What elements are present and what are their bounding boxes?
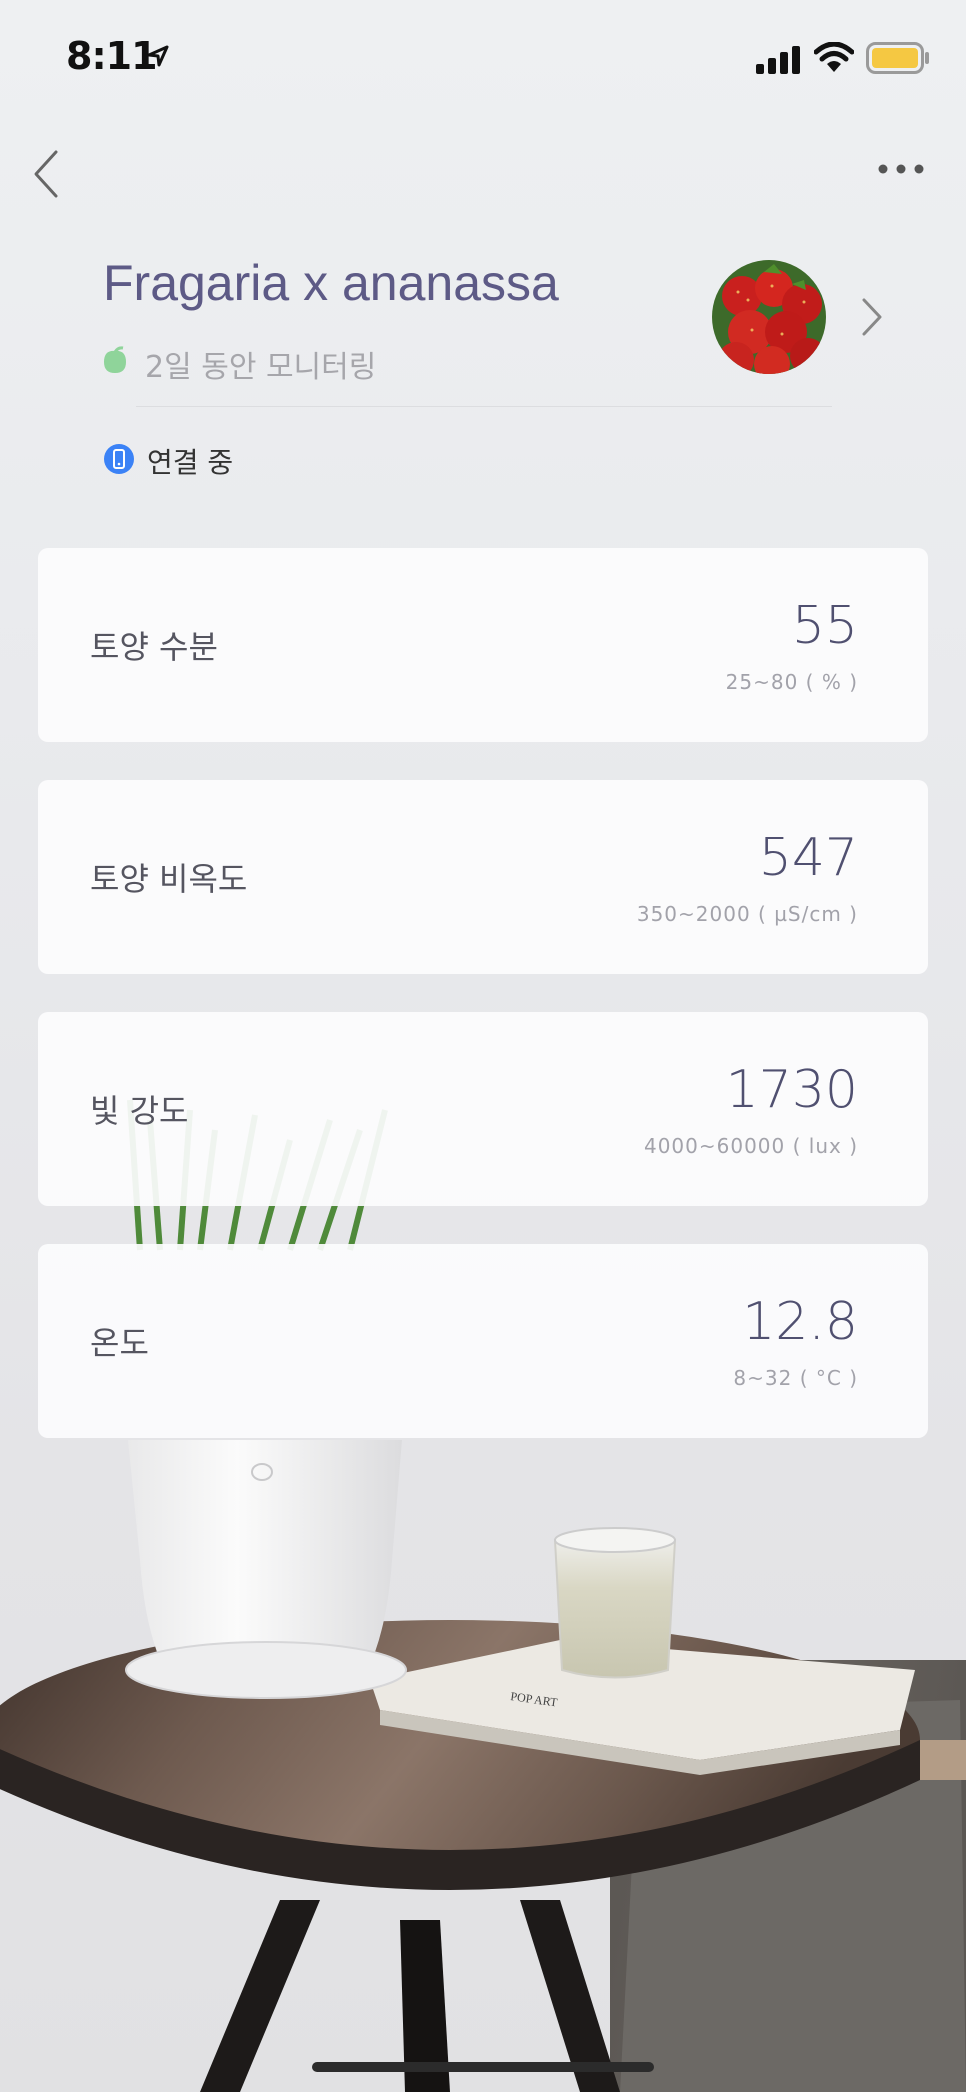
metric-card-temperature[interactable]: 온도 12.8 8~32 ( °C ) bbox=[38, 1244, 928, 1438]
leaf-icon bbox=[104, 346, 126, 373]
more-dots-icon[interactable] bbox=[876, 154, 926, 184]
metric-label: 온도 bbox=[90, 1324, 149, 1362]
metric-value: 12.8 bbox=[742, 1292, 858, 1352]
metric-label: 토양 수분 bbox=[90, 628, 218, 666]
metric-range: 4000~60000 ( lux ) bbox=[643, 1134, 858, 1158]
metric-value: 55 bbox=[791, 596, 858, 656]
plant-name: Fragaria x ananassa bbox=[103, 255, 559, 311]
metric-range: 8~32 ( °C ) bbox=[733, 1366, 858, 1390]
home-indicator[interactable] bbox=[312, 2062, 654, 2072]
metric-value: 1730 bbox=[725, 1060, 858, 1120]
header-divider bbox=[136, 406, 832, 407]
metric-range: 25~80 ( % ) bbox=[725, 670, 858, 694]
chevron-right-icon[interactable] bbox=[860, 296, 884, 338]
metric-card-light-intensity[interactable]: 빛 강도 1730 4000~60000 ( lux ) bbox=[38, 1012, 928, 1206]
connection-status: 연결 중 bbox=[147, 446, 234, 479]
location-arrow-icon bbox=[147, 45, 169, 67]
metric-range: 350~2000 ( µS/cm ) bbox=[636, 902, 858, 926]
plant-avatar[interactable] bbox=[712, 260, 826, 374]
metric-value: 547 bbox=[758, 828, 858, 888]
status-bar: 8:11 bbox=[0, 0, 966, 118]
metric-card-soil-moisture[interactable]: 토양 수분 55 25~80 ( % ) bbox=[38, 548, 928, 742]
status-time: 8:11 bbox=[66, 34, 158, 78]
wifi-icon bbox=[814, 42, 854, 72]
back-chevron-icon[interactable] bbox=[28, 146, 68, 202]
monitoring-duration: 2일 동안 모니터링 bbox=[145, 350, 377, 385]
phone-icon bbox=[104, 444, 134, 474]
metric-label: 토양 비옥도 bbox=[90, 860, 248, 898]
metric-label: 빛 강도 bbox=[90, 1092, 189, 1130]
signal-icon bbox=[756, 46, 800, 74]
metric-card-soil-fertility[interactable]: 토양 비옥도 547 350~2000 ( µS/cm ) bbox=[38, 780, 928, 974]
battery-icon bbox=[866, 42, 929, 74]
